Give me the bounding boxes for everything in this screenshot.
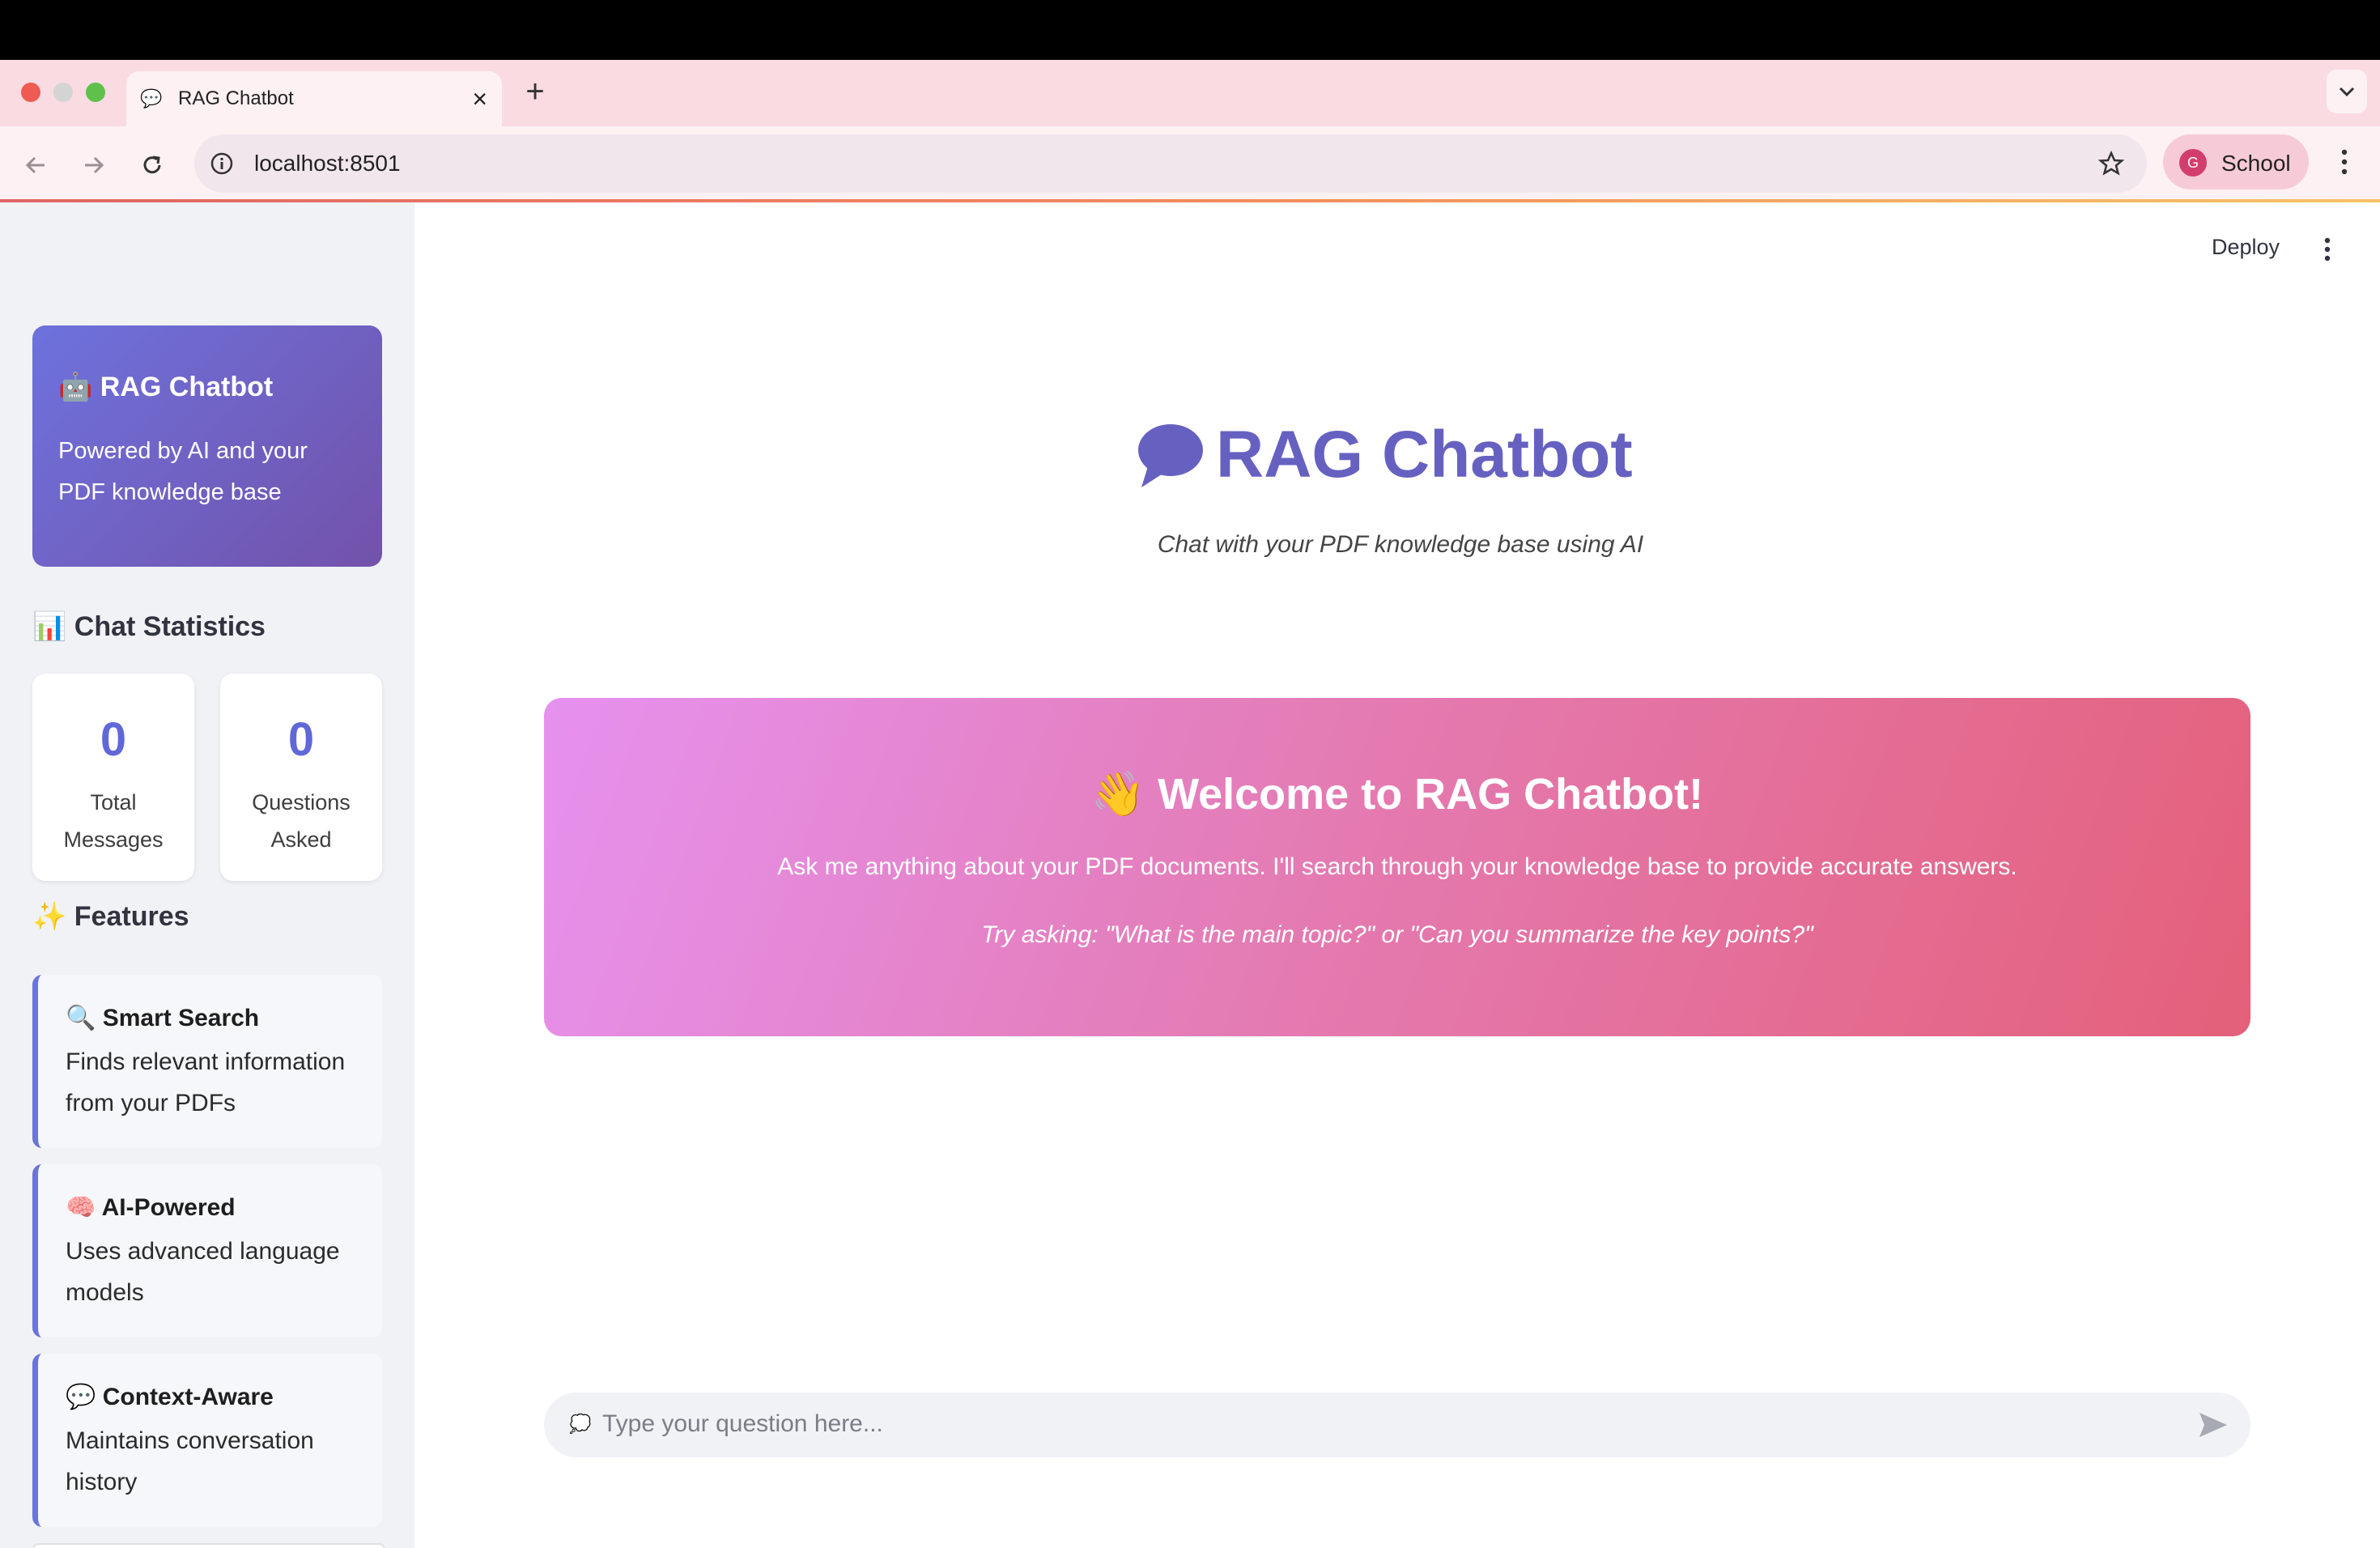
page-title-text: RAG Chatbot (1216, 418, 1633, 491)
feature-title-text: Context-Aware (102, 1384, 274, 1410)
welcome-hint: Try asking: "What is the main topic?" or… (981, 921, 1813, 948)
feature-description: Maintains conversation history (66, 1427, 314, 1495)
thought-bubble-icon: 💭 (569, 1414, 592, 1434)
maximize-window-button[interactable] (86, 83, 105, 102)
reload-button[interactable] (133, 146, 172, 185)
speech-bubble-icon: 💬 (66, 1384, 96, 1410)
page-subtitle: Chat with your PDF knowledge base using … (1157, 531, 1644, 558)
close-tab-icon[interactable]: × (472, 86, 487, 112)
address-bar[interactable]: localhost:8501 (194, 134, 2147, 193)
page-title: RAG Chatbot (1133, 415, 1635, 495)
site-info-icon[interactable] (207, 149, 236, 178)
magnifier-icon: 🔍 (66, 1005, 96, 1031)
stat-card-questions-asked: 0 Questions Asked (220, 674, 382, 881)
stat-label: Total Messages (63, 790, 164, 852)
forward-button[interactable] (74, 146, 113, 185)
stat-label: Questions Asked (252, 790, 351, 852)
avatar: G (2179, 149, 2207, 176)
browser-menu-button[interactable] (2330, 146, 2359, 178)
welcome-card: 👋 Welcome to RAG Chatbot! Ask me anythin… (544, 698, 2250, 1036)
tab-title: RAG Chatbot (178, 87, 294, 109)
feature-description: Finds relevant information from your PDF… (66, 1048, 346, 1116)
feature-title: 🔍 Smart Search (66, 1004, 259, 1032)
sidebar-hero-card: 🤖 RAG Chatbot Powered by AI and your PDF… (32, 325, 382, 567)
stat-card-total-messages: 0 Total Messages (32, 674, 194, 881)
feature-description: Uses advanced language models (66, 1238, 340, 1306)
chat-input-placeholder: Type your question here... (602, 1410, 883, 1437)
new-tab-button[interactable]: + (518, 74, 552, 109)
sidebar-hero-subtitle: Powered by AI and your PDF knowledge bas… (58, 438, 308, 505)
feature-card-smart-search: 🔍 Smart Search Finds relevant informatio… (32, 975, 382, 1148)
arrow-left-icon (25, 156, 45, 174)
browser-tab[interactable]: 💬 RAG Chatbot × (126, 71, 502, 126)
welcome-text: Ask me anything about your PDF documents… (777, 853, 2017, 880)
sidebar-hero-title: 🤖 RAG Chatbot (58, 372, 274, 402)
bookmark-star-icon[interactable] (2097, 149, 2126, 178)
stat-value: 0 (287, 713, 315, 766)
feature-card-ai-powered: 🧠 AI-Powered Uses advanced language mode… (32, 1164, 382, 1337)
arrow-right-icon (85, 156, 104, 174)
feature-title: 💬 Context-Aware (66, 1383, 274, 1411)
reload-icon (143, 155, 161, 174)
close-window-button[interactable] (21, 83, 40, 102)
feature-card-partial (32, 1543, 385, 1548)
minimize-window-button[interactable] (53, 83, 73, 102)
feature-title: 🧠 AI-Powered (66, 1193, 236, 1222)
os-top-bar (0, 0, 2380, 60)
profile-button[interactable]: G School (2163, 134, 2309, 189)
app-menu-button[interactable] (2315, 235, 2340, 264)
feature-card-context-aware: 💬 Context-Aware Maintains conversation h… (32, 1354, 382, 1527)
send-icon (2199, 1413, 2227, 1437)
brain-icon: 🧠 (66, 1194, 96, 1221)
features-heading: ✨ Features (32, 901, 189, 932)
chevron-down-icon (2339, 87, 2355, 97)
chat-input[interactable]: 💭 Type your question here... (544, 1393, 2250, 1457)
speech-bubble-icon: 💬 (140, 88, 163, 108)
feature-title-text: AI-Powered (101, 1194, 236, 1221)
send-button[interactable] (2197, 1409, 2229, 1441)
kebab-menu-icon (2324, 237, 2331, 262)
deploy-button[interactable]: Deploy (2212, 235, 2280, 260)
stat-value: 0 (100, 713, 127, 766)
feature-title-text: Smart Search (102, 1005, 260, 1031)
speech-bubble-icon (1138, 424, 1203, 487)
chat-statistics-heading: 📊 Chat Statistics (32, 611, 266, 642)
welcome-title: 👋 Welcome to RAG Chatbot! (1090, 770, 1704, 819)
profile-label: School (2221, 151, 2291, 176)
kebab-menu-icon (2341, 149, 2348, 175)
back-button[interactable] (16, 146, 55, 185)
address-url: localhost:8501 (254, 151, 401, 176)
sidebar: 🤖 RAG Chatbot Powered by AI and your PDF… (0, 202, 414, 1548)
tab-search-button[interactable] (2327, 70, 2367, 113)
